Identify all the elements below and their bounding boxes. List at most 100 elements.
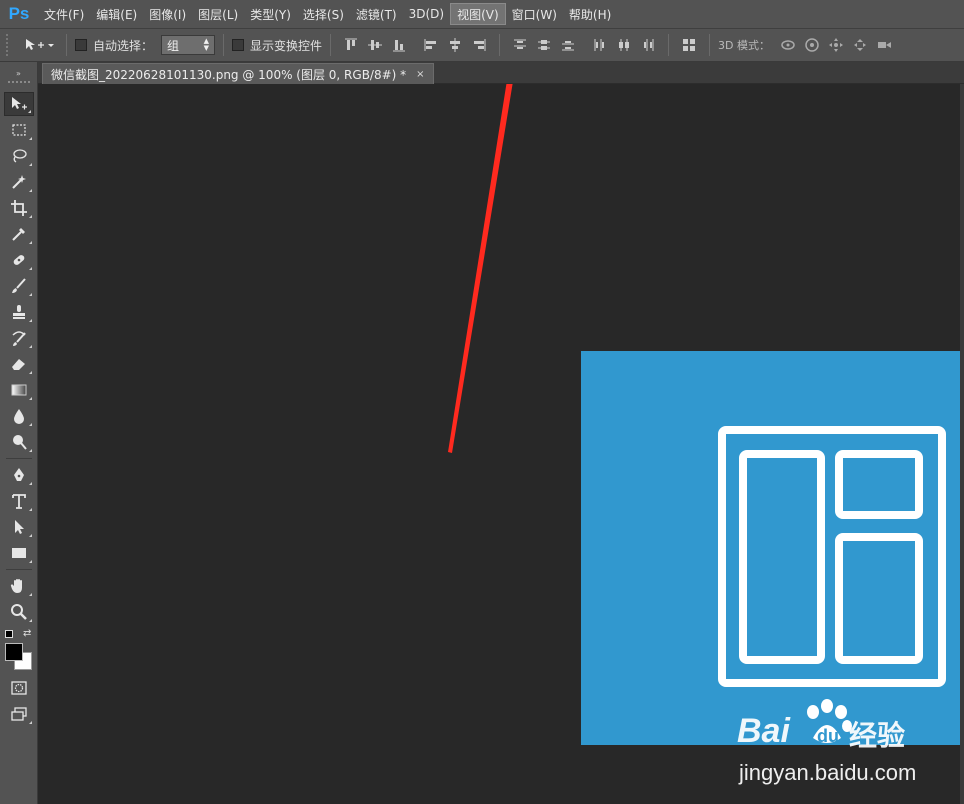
rectangle-tool-icon (12, 548, 26, 558)
crop-tool[interactable] (4, 196, 34, 220)
hand-tool[interactable] (4, 574, 34, 598)
crop-tool-icon (11, 200, 27, 216)
default-colors-icon[interactable] (5, 630, 13, 638)
zoom-tool-icon (11, 604, 27, 620)
history-brush-tool[interactable] (4, 326, 34, 350)
auto-select-dropdown[interactable]: 组 ▲ ▼ (161, 35, 216, 55)
3d-scale-button[interactable] (874, 35, 894, 55)
path-selection-tool[interactable] (4, 515, 34, 539)
auto-select-value: 组 (167, 38, 180, 53)
menu-bar: Ps 文件(F) 编辑(E) 图像(I) 图层(L) 类型(Y) 选择(S) 滤… (0, 0, 964, 28)
separator (709, 34, 711, 56)
distribute-top-icon (514, 39, 527, 49)
menu-3d[interactable]: 3D(D) (403, 3, 450, 25)
eraser-tool[interactable] (4, 352, 34, 376)
eyedropper-icon (12, 228, 25, 241)
document-tab[interactable]: 微信截图_20220628101130.png @ 100% (图层 0, RG… (42, 63, 434, 84)
eyedropper-tool[interactable] (4, 222, 34, 246)
separator (223, 34, 225, 56)
distribute-left-icon (594, 39, 605, 51)
3d-rotate-button[interactable] (778, 35, 798, 55)
close-icon[interactable]: × (416, 69, 424, 80)
3d-slide-button[interactable] (850, 35, 870, 55)
auto-align-button[interactable] (679, 35, 699, 55)
type-tool[interactable] (4, 489, 34, 513)
clone-stamp-tool[interactable] (4, 300, 34, 324)
menu-image[interactable]: 图像(I) (143, 3, 192, 25)
align-vcenter-button[interactable] (365, 35, 385, 55)
3d-pan-button[interactable] (826, 35, 846, 55)
menu-file[interactable]: 文件(F) (38, 3, 90, 25)
stepper-icon: ▲ ▼ (203, 37, 210, 52)
quick-mask-button[interactable] (4, 676, 34, 700)
tools-panel-header[interactable]: » (0, 62, 37, 90)
distribute-top-button[interactable] (510, 35, 530, 55)
move-tool[interactable] (4, 92, 34, 116)
marquee-tool[interactable] (4, 118, 34, 142)
menu-filter[interactable]: 滤镜(T) (350, 3, 403, 25)
auto-align-icon (683, 39, 696, 51)
healing-brush-icon (13, 255, 25, 265)
tool-divider (6, 569, 32, 570)
align-left-button[interactable] (421, 35, 441, 55)
rectangle-tool[interactable] (4, 541, 34, 565)
3d-camera-icon (878, 42, 891, 48)
screen-mode-button[interactable] (4, 702, 34, 726)
blur-tool-icon (14, 409, 24, 424)
align-hcenter-button[interactable] (445, 35, 465, 55)
healing-brush-tool[interactable] (4, 248, 34, 272)
tool-preset-picker[interactable] (22, 35, 56, 55)
distribute-left-button[interactable] (590, 35, 610, 55)
pen-tool[interactable] (4, 463, 34, 487)
photoshop-logo: Ps (8, 4, 30, 23)
align-top-icon (345, 38, 358, 50)
distribute-bottom-button[interactable] (558, 35, 578, 55)
align-hcenter-icon (450, 38, 461, 52)
move-tool-icon (26, 39, 54, 50)
align-vcenter-icon (368, 40, 383, 50)
menu-layer[interactable]: 图层(L) (192, 3, 244, 25)
distribute-right-icon (644, 39, 654, 51)
separator (499, 34, 501, 56)
align-top-button[interactable] (341, 35, 361, 55)
distribute-right-button[interactable] (638, 35, 658, 55)
foreground-color-swatch[interactable] (5, 643, 23, 661)
options-bar: 自动选择： 组 ▲ ▼ 显示变换控件 3D 模式： (0, 28, 964, 62)
magic-wand-tool[interactable] (4, 170, 34, 194)
show-transform-label: 显示变换控件 (250, 38, 323, 53)
type-tool-icon (12, 494, 26, 509)
menu-help[interactable]: 帮助(H) (563, 3, 617, 25)
align-bottom-icon (393, 40, 406, 52)
3d-roll-button[interactable] (802, 35, 822, 55)
panel-grip (7, 80, 30, 83)
align-right-icon (474, 39, 486, 51)
menu-select[interactable]: 选择(S) (297, 3, 350, 25)
menu-window[interactable]: 窗口(W) (506, 3, 563, 25)
menu-edit[interactable]: 编辑(E) (90, 3, 143, 25)
menu-type[interactable]: 类型(Y) (244, 3, 297, 25)
distribute-vcenter-button[interactable] (534, 35, 554, 55)
zoom-tool[interactable] (4, 600, 34, 624)
distribute-bottom-icon (562, 41, 575, 51)
align-bottom-button[interactable] (389, 35, 409, 55)
lasso-tool[interactable] (4, 144, 34, 168)
brush-tool[interactable] (4, 274, 34, 298)
swap-colors-icon[interactable]: ⇄ (23, 628, 31, 639)
blur-tool[interactable] (4, 404, 34, 428)
gradient-tool-icon (11, 384, 27, 396)
tool-divider (6, 458, 32, 459)
canvas-workspace[interactable]: Bai du 经验 jingyan.baidu.com (38, 84, 964, 804)
gradient-tool[interactable] (4, 378, 34, 402)
distribute-hcenter-button[interactable] (614, 35, 634, 55)
show-transform-checkbox[interactable] (232, 39, 245, 51)
menu-view[interactable]: 视图(V) (450, 3, 506, 25)
auto-select-checkbox[interactable] (75, 39, 87, 51)
auto-select-label: 自动选择： (93, 38, 154, 53)
screen-mode-icon (11, 707, 27, 721)
options-grip[interactable] (6, 34, 12, 56)
dodge-tool[interactable] (4, 430, 34, 454)
align-right-button[interactable] (469, 35, 489, 55)
watermark-brand-cn: 经验 (849, 719, 906, 752)
eraser-icon (12, 359, 25, 370)
quick-mask-icon (11, 681, 27, 695)
